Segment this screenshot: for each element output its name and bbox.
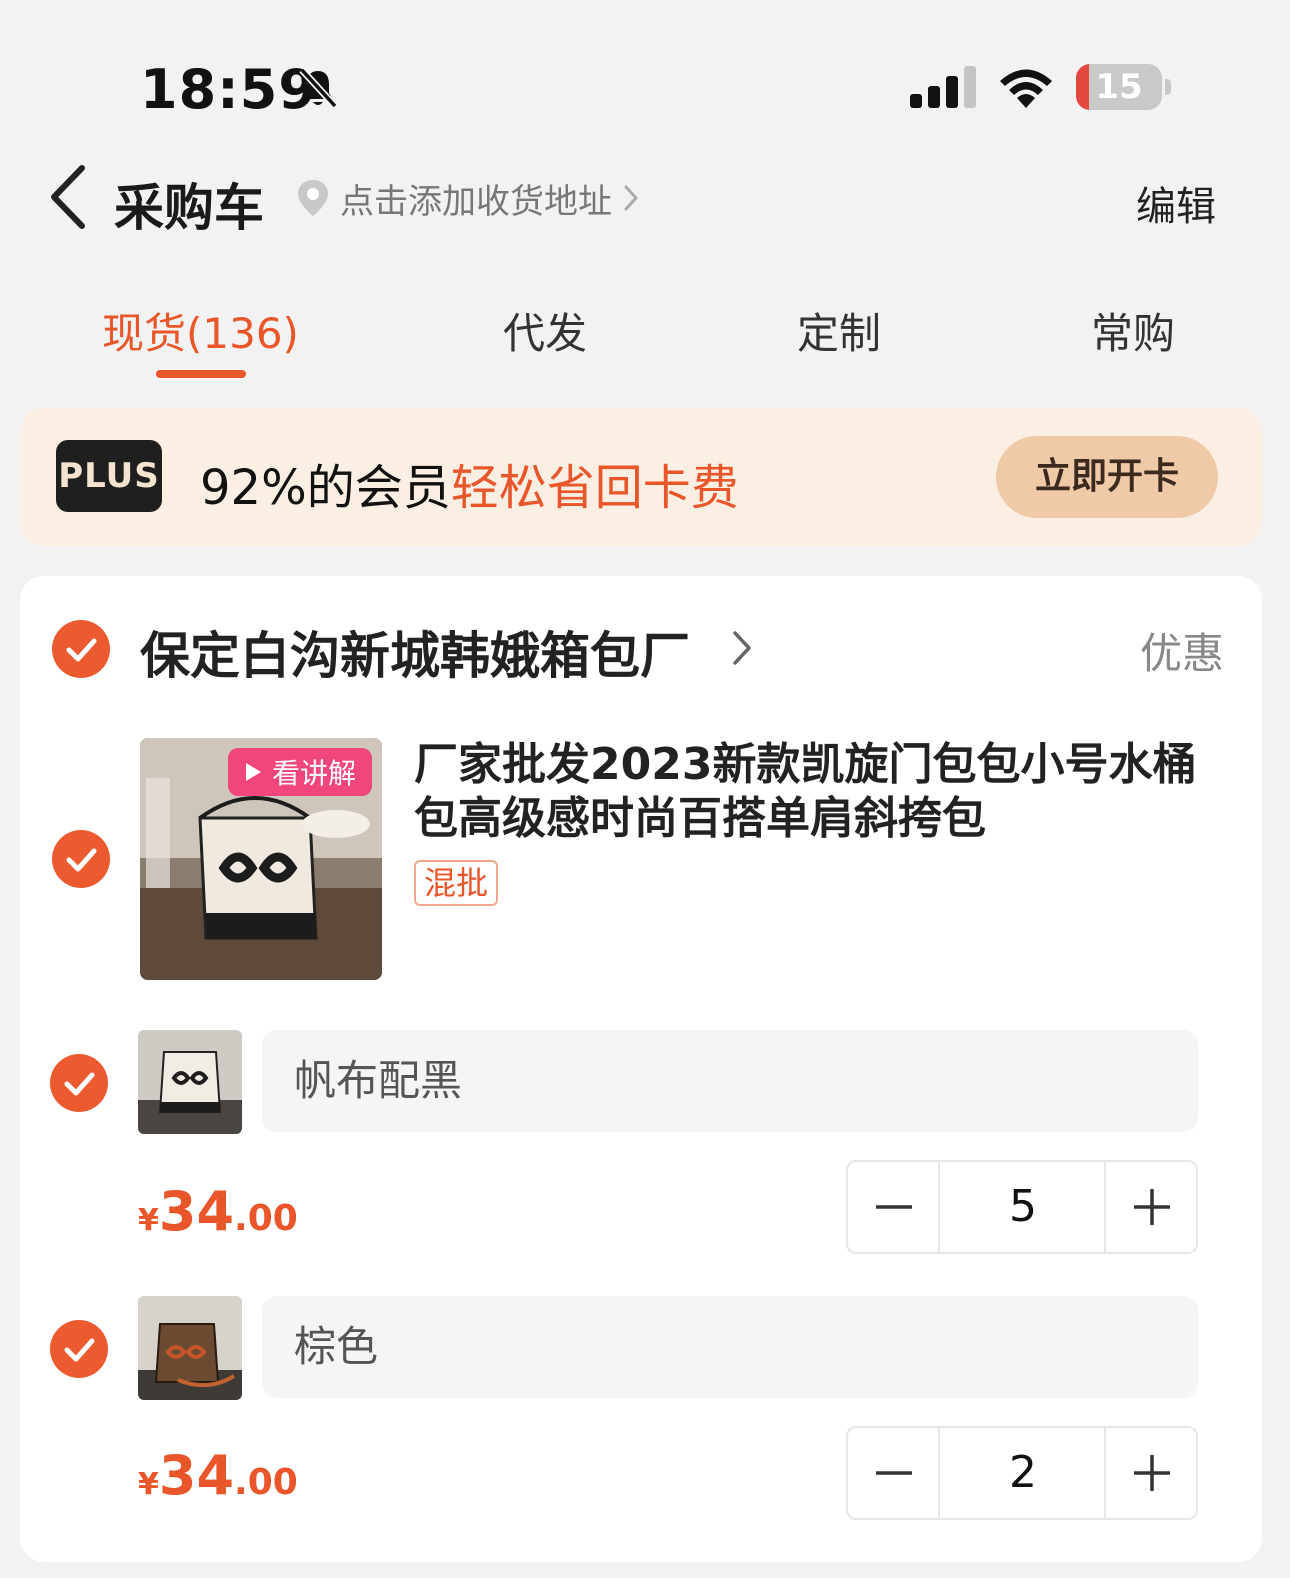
plus-text-prefix: 92%的会员 — [200, 460, 451, 516]
sku-checkbox[interactable] — [50, 1320, 108, 1378]
chevron-right-icon[interactable] — [732, 628, 752, 668]
bell-muted-icon — [299, 67, 338, 109]
quantity-stepper: 5 — [846, 1160, 1198, 1254]
quantity-input[interactable]: 2 — [942, 1428, 1104, 1518]
page-title: 采购车 — [114, 179, 264, 237]
product-title[interactable]: 厂家批发2023新款凯旋门包包小号水桶包高级感时尚百搭单肩斜挎包 — [414, 738, 1234, 846]
tab-dropship[interactable]: 代发 — [503, 300, 587, 361]
chevron-right-icon — [624, 185, 638, 211]
sku-checkbox[interactable] — [50, 1054, 108, 1112]
add-address-link[interactable]: 点击添加收货地址 — [296, 176, 640, 222]
open-card-button[interactable]: 立即开卡 — [996, 436, 1218, 518]
back-arrow-icon[interactable] — [46, 164, 92, 230]
tab-frequent[interactable]: 常购 — [1091, 300, 1175, 361]
mixed-batch-tag: 混批 — [414, 860, 499, 906]
cellular-signal-icon — [910, 66, 976, 108]
sku-thumbnail — [138, 1030, 242, 1134]
promo-button[interactable]: 优惠 — [1140, 620, 1224, 681]
quantity-stepper: 2 — [846, 1426, 1198, 1520]
tab-custom[interactable]: 定制 — [797, 300, 881, 361]
plus-icon — [1134, 1455, 1170, 1491]
checkmark-icon — [64, 1338, 95, 1362]
checkmark-icon — [66, 848, 97, 872]
status-time: 18:59 — [140, 58, 317, 121]
plus-membership-banner[interactable]: PLUS 92%的会员轻松省回卡费 立即开卡 — [20, 408, 1262, 546]
decrease-quantity-button[interactable] — [848, 1428, 940, 1518]
quantity-input[interactable]: 5 — [942, 1162, 1104, 1252]
decrease-quantity-button[interactable] — [848, 1162, 940, 1252]
battery-indicator: 15 — [1076, 64, 1172, 110]
minus-icon — [876, 1205, 912, 1209]
shop-card: 保定白沟新城韩娥箱包厂 优惠 看讲解 厂家批发2023新款凯旋门包包小号水桶包高… — [20, 576, 1262, 1562]
battery-percentage: 15 — [1095, 67, 1143, 107]
minus-icon — [876, 1471, 912, 1475]
increase-quantity-button[interactable] — [1104, 1162, 1196, 1252]
shop-name[interactable]: 保定白沟新城韩娥箱包厂 — [140, 616, 690, 688]
status-bar: 18:59 15 — [0, 0, 1290, 150]
product-checkbox[interactable] — [52, 830, 110, 888]
edit-button[interactable]: 编辑 — [1136, 174, 1216, 232]
video-tag-label: 看讲解 — [271, 757, 356, 790]
active-tab-indicator — [156, 370, 246, 378]
play-icon — [245, 763, 261, 781]
shop-checkbox[interactable] — [52, 620, 110, 678]
watch-explanation-tag[interactable]: 看讲解 — [228, 748, 372, 796]
sku-option[interactable]: 棕色 — [262, 1296, 1198, 1398]
sku-option[interactable]: 帆布配黑 — [262, 1030, 1198, 1132]
tab-in-stock[interactable]: 现货(136) — [102, 300, 299, 361]
sku-price: ¥34.00 — [138, 1180, 298, 1243]
plus-text-highlight: 轻松省回卡费 — [450, 460, 739, 516]
location-pin-icon — [298, 180, 328, 216]
increase-quantity-button[interactable] — [1104, 1428, 1196, 1518]
checkmark-icon — [66, 638, 97, 662]
wifi-icon — [1000, 69, 1052, 108]
sku-thumbnail — [138, 1296, 242, 1400]
checkmark-icon — [64, 1072, 95, 1096]
plus-badge: PLUS — [56, 440, 162, 512]
plus-icon — [1134, 1189, 1170, 1225]
plus-banner-text: 92%的会员轻松省回卡费 — [200, 448, 739, 518]
sku-price: ¥34.00 — [138, 1444, 298, 1507]
product-image[interactable]: 看讲解 — [140, 738, 382, 980]
address-prompt: 点击添加收货地址 — [340, 181, 612, 222]
